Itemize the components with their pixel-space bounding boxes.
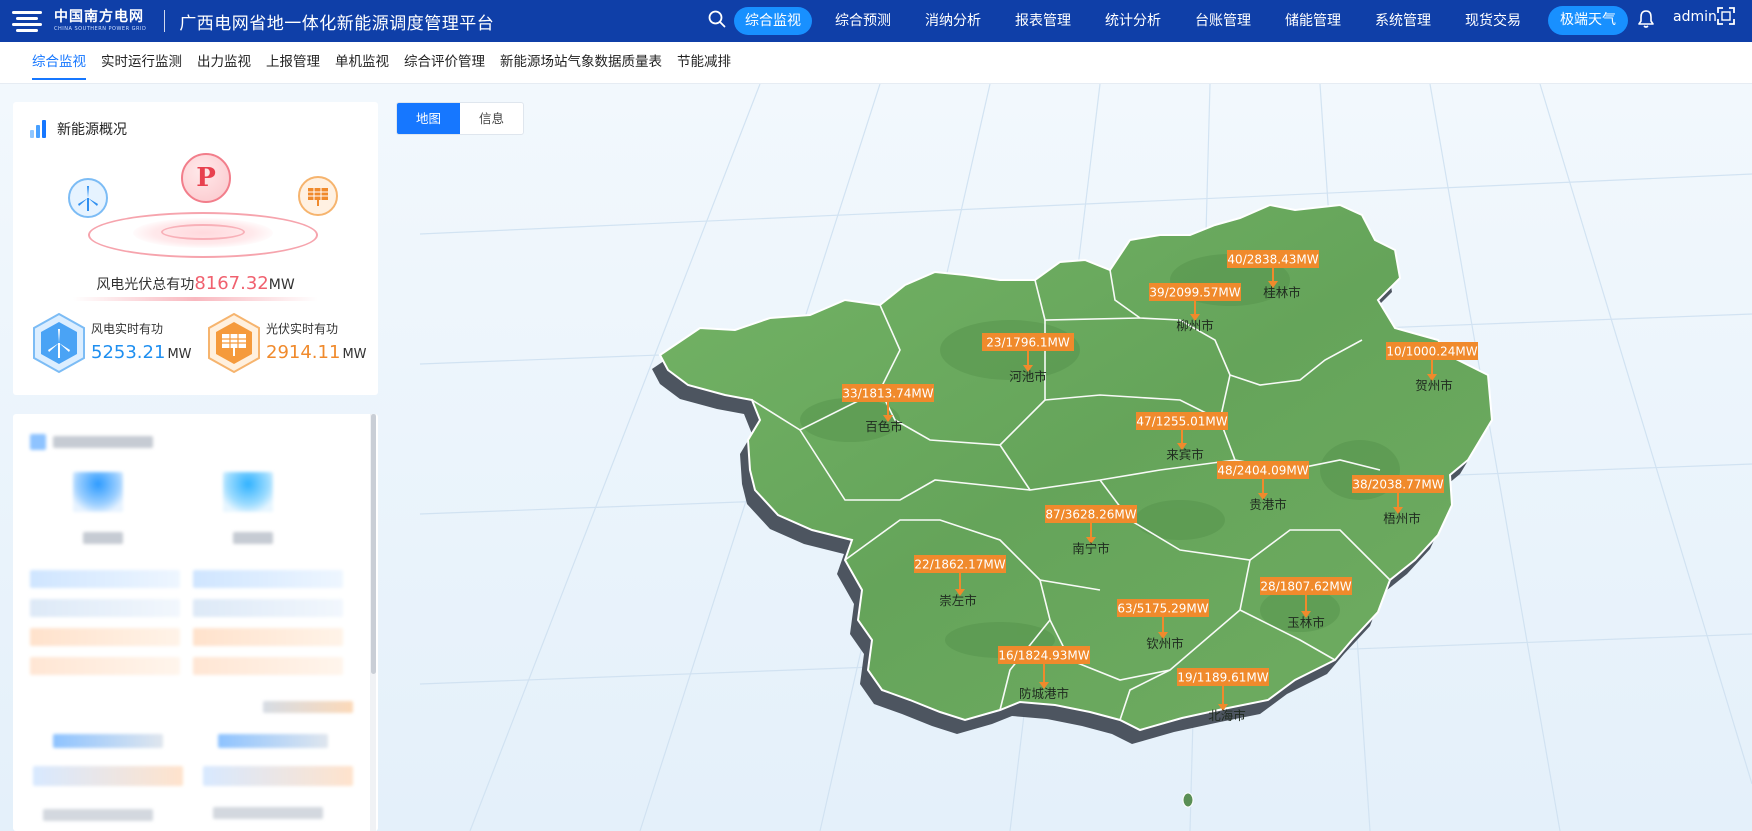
tab-map[interactable]: 地图 [397,103,460,134]
wind-power-stat: 风电实时有功 5253.21 MW [21,312,196,376]
redacted-icon-b [223,472,273,512]
redacted-row [30,628,180,646]
map-view-tabs: 地图 信息 [396,102,524,135]
wind-turbine-icon [68,178,108,218]
redacted-row [30,599,180,617]
redacted-label-a [83,532,123,544]
city-value-label: 39/2099.57MW [1149,286,1240,300]
solar-power-stat: 光伏实时有功 2914.11 MW [196,312,371,376]
city-name-label: 柳州市 [1176,318,1214,333]
solar-power-unit: MW [342,347,367,362]
city-name-label: 崇左市 [939,593,977,608]
city-name-label: 梧州市 [1383,511,1421,526]
redacted-sub-row [33,766,183,786]
city-value-label: 63/5175.29MW [1117,602,1208,616]
wind-hexagon-icon [33,312,85,374]
solar-power-label: 光伏实时有功 [266,322,339,336]
redacted-row [30,570,180,588]
city-value-label: 10/1000.24MW [1386,345,1477,359]
city-name-label: 防城港市 [1019,686,1069,701]
redacted-title-icon [30,434,46,450]
redacted-panel [13,414,378,831]
city-name-label: 玉林市 [1287,615,1325,630]
city-name-label: 来宾市 [1166,447,1204,462]
panel-scrollbar-thumb[interactable] [371,414,376,674]
redacted-row [193,599,343,617]
city-name-label: 百色市 [865,419,903,434]
tab-info[interactable]: 信息 [460,103,523,134]
overview-panel: 新能源概况 P 风电光伏总有功8167.32MW 风电实时有功 5253.21 … [13,102,378,395]
city-value-label: 38/2038.77MW [1352,478,1443,492]
city-name-label: 贵港市 [1249,497,1287,512]
redacted-sub-row [53,734,163,748]
total-power-value: 8167.32 [194,273,269,294]
redacted-row [193,628,343,646]
city-name-label: 钦州市 [1146,636,1184,651]
wind-power-label: 风电实时有功 [91,322,164,336]
redacted-label-b [233,532,273,544]
total-power-label: 风电光伏总有功 [96,277,195,293]
city-value-label: 33/1813.74MW [842,387,933,401]
map-island [1182,792,1194,808]
power-p-icon: P [181,153,231,203]
city-value-label: 28/1807.62MW [1260,580,1351,594]
redacted-footer [43,809,153,821]
solar-power-value: 2914.11 [266,342,341,363]
total-power-unit: MW [268,277,295,293]
total-glow-line [73,297,318,301]
city-value-label: 40/2838.43MW [1227,253,1318,267]
bar-chart-icon [30,120,48,138]
city-value-label: 87/3628.26MW [1045,508,1136,522]
redacted-icon-a [73,472,123,512]
redacted-sub-row [203,766,353,786]
redacted-row [193,657,343,675]
redacted-row [30,657,180,675]
city-value-label: 16/1824.93MW [998,649,1089,663]
city-name-label: 北海市 [1208,708,1246,723]
city-value-label: 47/1255.01MW [1136,415,1227,429]
city-name-label: 贺州市 [1415,378,1453,393]
wind-power-value: 5253.21 [91,342,166,363]
energy-hub-graphic: P [58,148,348,268]
city-value-label: 22/1862.17MW [914,558,1005,572]
city-value-label: 48/2404.09MW [1217,464,1308,478]
wind-power-unit: MW [167,347,192,362]
city-name-label: 桂林市 [1263,285,1301,300]
redacted-title [53,436,153,448]
city-name-label: 河池市 [1009,369,1047,384]
redacted-footer [213,807,323,819]
city-name-label: 南宁市 [1072,541,1110,556]
redacted-row [193,570,343,588]
overview-title: 新能源概况 [57,122,127,138]
solar-hexagon-icon [208,312,260,374]
city-value-label: 19/1189.61MW [1177,671,1268,685]
redacted-subheading [263,701,353,713]
redacted-sub-row [218,734,328,748]
city-value-label: 23/1796.1MW [986,336,1070,350]
solar-panel-icon [298,176,338,216]
total-power: 风电光伏总有功8167.32MW [13,273,378,294]
